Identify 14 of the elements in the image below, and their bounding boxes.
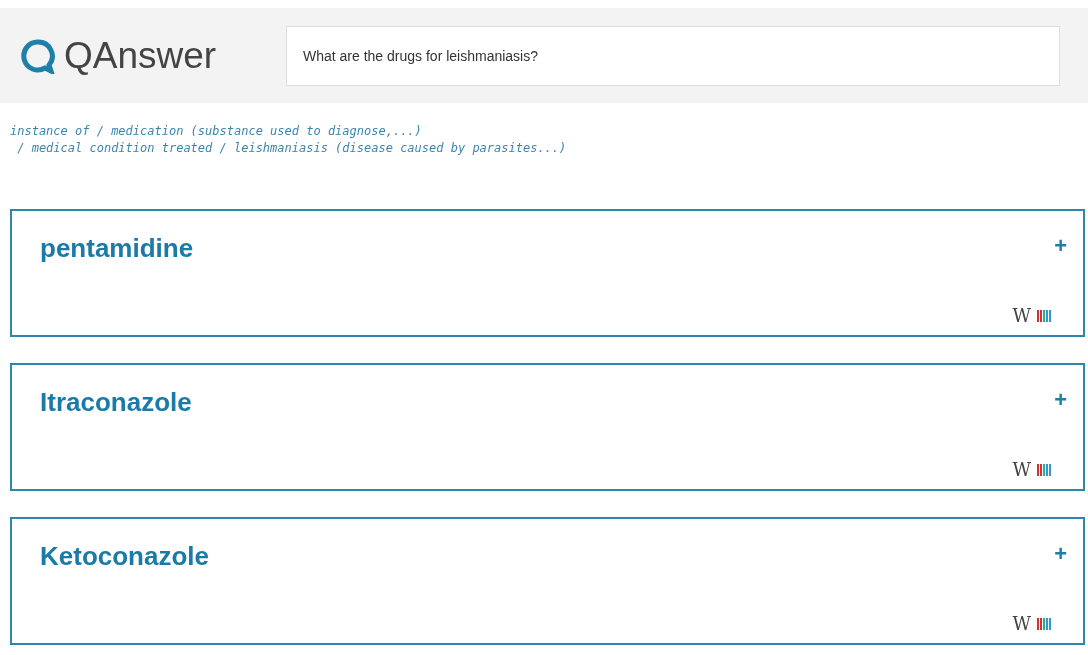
wikipedia-link[interactable]: W: [1012, 461, 1031, 479]
expand-toggle[interactable]: +: [1054, 389, 1067, 411]
query-path-line: / medical condition treated / leishmaniasis (disease caused by parasites...): [16, 140, 568, 157]
result-title[interactable]: Itraconazole: [40, 389, 192, 415]
expand-toggle[interactable]: +: [1054, 543, 1067, 565]
query-path-line: instance of / medication (substance used to diagnose,...): [10, 123, 423, 140]
logo-icon: [20, 37, 56, 74]
wikipedia-link[interactable]: W: [1012, 307, 1031, 325]
wikipedia-link[interactable]: W: [1012, 615, 1031, 633]
search-field[interactable]: What are the drugs for leishmaniasis?: [286, 25, 1060, 86]
result-title[interactable]: Ketoconazole: [40, 543, 210, 569]
logo-text: QAnswer: [64, 37, 217, 74]
result-title[interactable]: pentamidine: [40, 235, 194, 261]
expand-toggle[interactable]: +: [1054, 235, 1067, 257]
